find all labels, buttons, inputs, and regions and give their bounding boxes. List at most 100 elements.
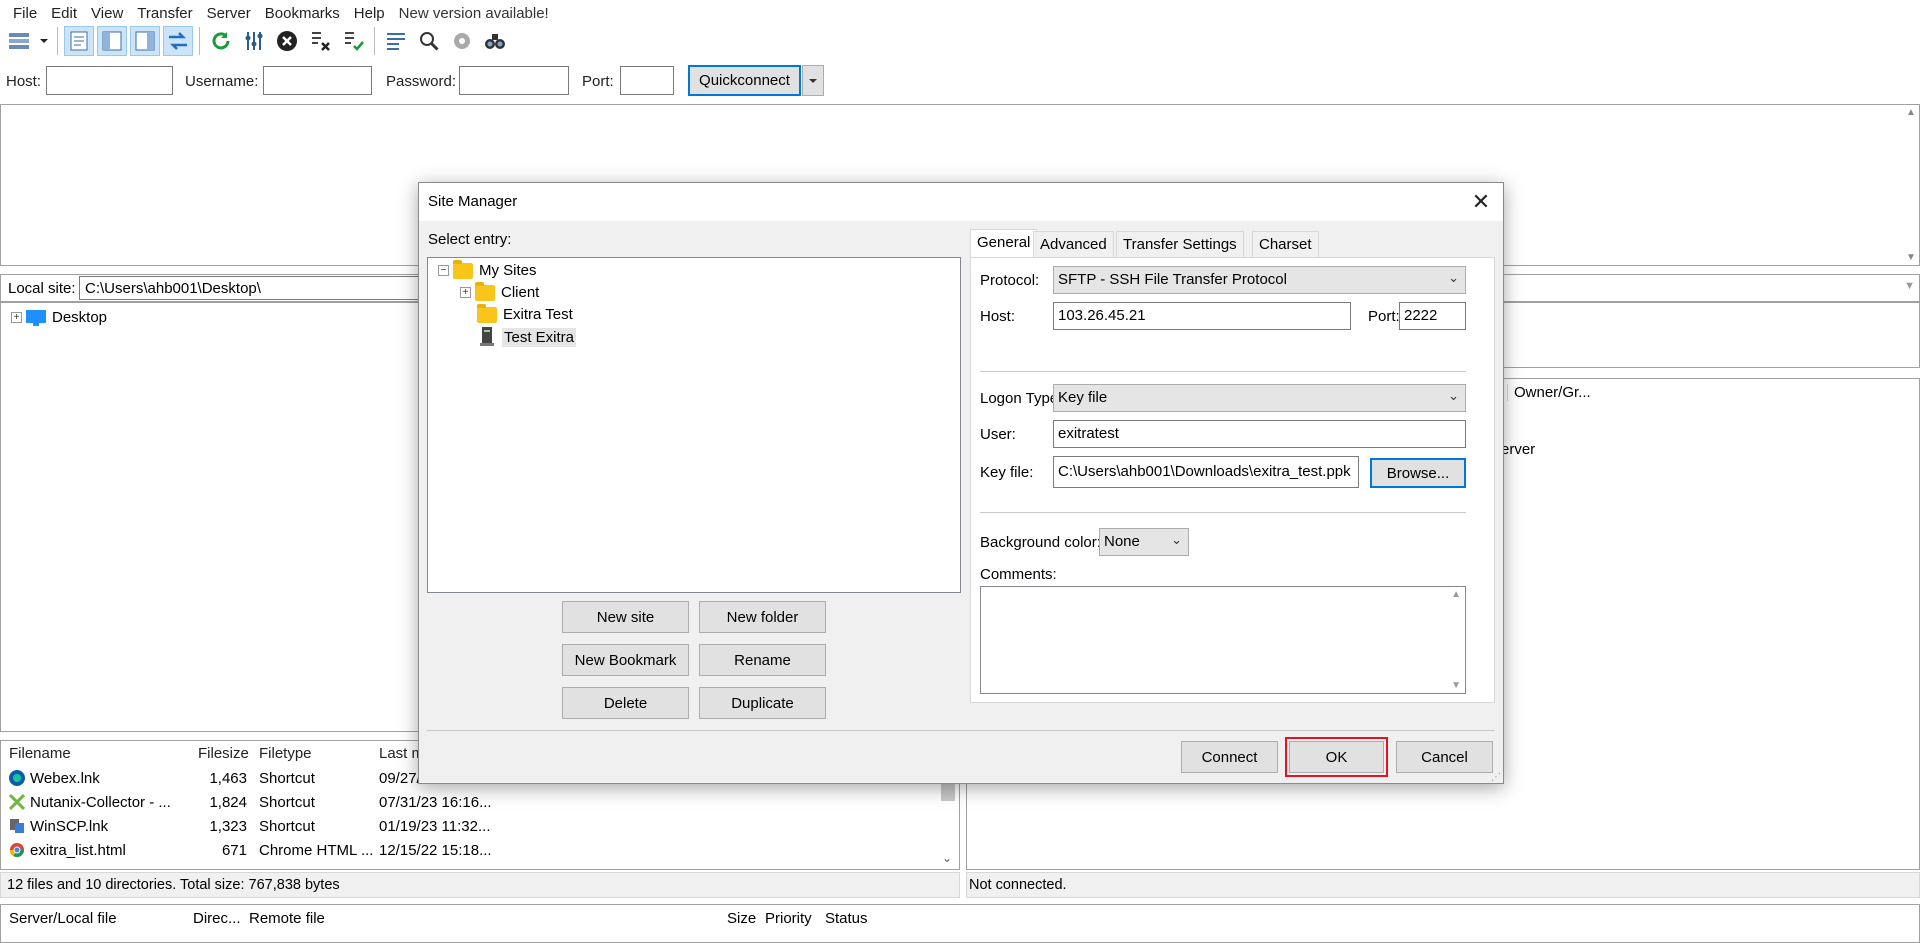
transfer-queue-icon[interactable] <box>163 26 193 56</box>
logon-type-select[interactable]: Key file ⌄ <box>1053 384 1466 412</box>
column-filetype[interactable]: Filetype <box>259 745 312 762</box>
port-input[interactable] <box>620 66 674 95</box>
user-label: User: <box>980 426 1016 443</box>
tree-item-test-exitra[interactable]: Test Exitra <box>480 327 577 347</box>
chevron-down-icon[interactable]: ▼ <box>1904 280 1915 292</box>
menu-bookmarks[interactable]: Bookmarks <box>258 5 347 22</box>
close-icon[interactable]: ✕ <box>1469 189 1493 215</box>
message-log-scrollbar[interactable]: ▲ ▼ <box>1902 105 1919 265</box>
scroll-down-icon[interactable]: ▼ <box>1451 680 1461 691</box>
search-icon[interactable] <box>480 26 510 56</box>
new-bookmark-button[interactable]: New Bookmark <box>562 644 689 676</box>
filter-icon[interactable] <box>381 26 411 56</box>
file-row[interactable]: Nutanix-Collector - ... 1,824 Shortcut 0… <box>1 791 492 815</box>
column-remote-file[interactable]: Remote file <box>249 910 325 927</box>
cancel-button[interactable]: Cancel <box>1396 741 1493 773</box>
file-row[interactable]: exitra_list.html 671 Chrome HTML ... 12/… <box>1 839 492 863</box>
tree-item-desktop[interactable]: + Desktop <box>11 309 107 326</box>
resize-grip-icon[interactable]: ⋰ <box>1491 772 1501 783</box>
username-input[interactable] <box>263 66 372 95</box>
new-site-button[interactable]: New site <box>562 601 689 633</box>
column-priority[interactable]: Priority <box>765 910 812 927</box>
tab-general[interactable]: General <box>970 229 1038 258</box>
remote-status-text: Not connected. <box>969 877 1067 893</box>
port-label: Port: <box>1368 308 1400 325</box>
tab-transfer-settings[interactable]: Transfer Settings <box>1116 231 1244 257</box>
rename-button[interactable]: Rename <box>699 644 826 676</box>
transfer-queue: Server/Local file Direc... Remote file S… <box>0 904 1920 943</box>
chevron-down-icon <box>809 78 817 83</box>
password-input[interactable] <box>459 66 569 95</box>
comments-textarea[interactable]: ▲ ▼ <box>980 586 1466 694</box>
scrollbar-thumb[interactable] <box>941 781 955 801</box>
column-filesize[interactable]: Filesize <box>198 745 249 762</box>
compare-icon[interactable] <box>414 26 444 56</box>
site-manager-icon[interactable] <box>4 26 34 56</box>
new-folder-button[interactable]: New folder <box>699 601 826 633</box>
protocol-select[interactable]: SFTP - SSH File Transfer Protocol ⌄ <box>1053 266 1466 294</box>
scroll-up-icon[interactable]: ▲ <box>1451 589 1461 600</box>
tree-item-my-sites[interactable]: − My Sites <box>438 259 537 279</box>
ok-button[interactable]: OK <box>1289 741 1384 773</box>
key-file-field[interactable]: C:\Users\ahb001\Downloads\exitra_test.pp… <box>1053 456 1359 488</box>
quickconnect-dropdown[interactable] <box>802 65 824 96</box>
column-status[interactable]: Status <box>825 910 868 927</box>
duplicate-button[interactable]: Duplicate <box>699 687 826 719</box>
expand-icon[interactable]: + <box>460 287 471 298</box>
browse-button[interactable]: Browse... <box>1370 458 1466 488</box>
tab-charset[interactable]: Charset <box>1252 231 1319 257</box>
connect-button[interactable]: Connect <box>1181 741 1278 773</box>
divider <box>980 371 1466 372</box>
local-list-scrollbar[interactable]: ⌄ <box>939 781 957 869</box>
menu-new-version[interactable]: New version available! <box>392 5 556 22</box>
process-queue-icon[interactable] <box>239 26 269 56</box>
scroll-up-icon[interactable]: ▲ <box>1906 107 1916 118</box>
background-color-select[interactable]: None ⌄ <box>1099 528 1189 556</box>
remote-list-text: erver <box>1501 441 1536 458</box>
column-direction[interactable]: Direc... <box>193 910 241 927</box>
file-name: Webex.lnk <box>30 770 100 787</box>
menu-file[interactable]: File <box>6 5 44 22</box>
dropdown-arrow-icon[interactable] <box>37 26 51 56</box>
expand-icon[interactable]: + <box>11 312 22 323</box>
column-owner-group[interactable]: Owner/Gr... <box>1507 384 1591 401</box>
server-icon <box>480 327 494 346</box>
folder-open-icon <box>453 259 473 279</box>
column-server-local-file[interactable]: Server/Local file <box>9 910 117 927</box>
port-label: Port: <box>582 73 614 90</box>
file-row[interactable]: Webex.lnk 1,463 Shortcut 09/27/23 09:28.… <box>1 767 492 791</box>
disconnect-icon[interactable] <box>305 26 335 56</box>
divider <box>427 730 1495 731</box>
file-row[interactable]: WinSCP.lnk 1,323 Shortcut 01/19/23 11:32… <box>1 815 490 839</box>
quickconnect-button[interactable]: Quickconnect <box>688 65 801 96</box>
menu-help[interactable]: Help <box>347 5 392 22</box>
scroll-down-icon[interactable]: ⌄ <box>942 851 952 865</box>
remote-tree-icon[interactable] <box>130 26 160 56</box>
menu-server[interactable]: Server <box>200 5 258 22</box>
port-field[interactable]: 2222 <box>1399 302 1466 330</box>
tab-advanced[interactable]: Advanced <box>1033 231 1114 257</box>
column-filename[interactable]: Filename <box>9 745 71 762</box>
refresh-icon[interactable] <box>206 26 236 56</box>
chevron-down-icon: ⌄ <box>1448 388 1459 403</box>
collapse-icon[interactable]: − <box>438 265 449 276</box>
site-tree: − My Sites + Client Exitra Test Test Exi… <box>427 257 961 593</box>
message-log-icon[interactable] <box>64 26 94 56</box>
local-tree-icon[interactable] <box>97 26 127 56</box>
chrome-icon <box>9 842 25 862</box>
menu-transfer[interactable]: Transfer <box>130 5 199 22</box>
user-field[interactable]: exitratest <box>1053 420 1466 448</box>
sync-browse-icon[interactable] <box>447 26 477 56</box>
host-input[interactable] <box>46 66 173 95</box>
host-field[interactable]: 103.26.45.21 <box>1053 302 1351 330</box>
cancel-icon[interactable] <box>272 26 302 56</box>
delete-button[interactable]: Delete <box>562 687 689 719</box>
reconnect-icon[interactable] <box>338 26 368 56</box>
scroll-down-icon[interactable]: ▼ <box>1906 252 1916 263</box>
menu-view[interactable]: View <box>84 5 130 22</box>
column-size[interactable]: Size <box>727 910 756 927</box>
tree-item-client[interactable]: + Client <box>460 281 539 301</box>
tree-item-exitra-test[interactable]: Exitra Test <box>477 303 573 323</box>
menu-edit[interactable]: Edit <box>44 5 84 22</box>
remote-site-bar[interactable]: ▼ <box>1500 274 1920 302</box>
